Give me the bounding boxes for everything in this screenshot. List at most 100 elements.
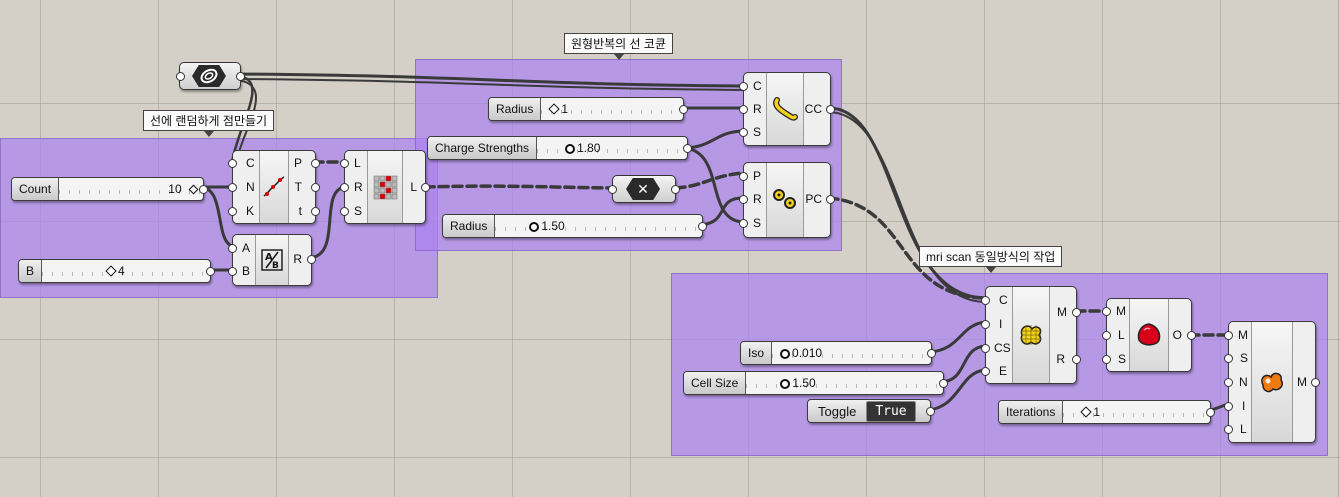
iso-output-dot[interactable] (927, 349, 936, 358)
charge-slider-value: 1.80 (565, 141, 600, 155)
diamond-handle-icon[interactable] (548, 103, 561, 115)
count-output-dot[interactable] (199, 185, 208, 194)
dot-rand-in-k[interactable] (228, 207, 237, 216)
null-param-input-dot[interactable] (608, 185, 617, 194)
dot-smooth-in-i[interactable] (1224, 402, 1233, 411)
dot-cc-in-r[interactable] (739, 105, 748, 114)
null-parameter[interactable]: ✕ (608, 175, 680, 203)
dot-pc-in-p[interactable] (739, 172, 748, 181)
null-param-output-dot[interactable] (671, 185, 680, 194)
curve-param-input-dot[interactable] (176, 72, 185, 81)
iterations-slider-track[interactable]: 1 (1063, 401, 1210, 423)
dot-grid-in-r[interactable] (340, 183, 349, 192)
dot-grid-in-l[interactable] (340, 159, 349, 168)
dot-mri-out-m[interactable] (1072, 308, 1081, 317)
mri-scan-component[interactable]: C I CS E M R (981, 286, 1081, 384)
charge-slider-track[interactable]: 1.80 (537, 137, 687, 159)
diamond-handle-icon[interactable] (188, 184, 199, 195)
dot-lod-in-m[interactable] (1102, 307, 1111, 316)
svg-text:B: B (272, 261, 279, 271)
dot-cc-out-cc[interactable] (826, 105, 835, 114)
toggle-output-dot[interactable] (926, 407, 935, 416)
dot-rand-out-p[interactable] (311, 159, 320, 168)
dot-rand-out-t[interactable] (311, 183, 320, 192)
curve-charge-component[interactable]: C R S CC (739, 72, 835, 146)
circle-handle-icon[interactable] (780, 379, 791, 389)
iso-slider-label: Iso (741, 342, 773, 364)
circle-handle-icon[interactable] (529, 222, 540, 232)
cellsize-output-dot[interactable] (939, 379, 948, 388)
dot-mod-in-a[interactable] (228, 244, 237, 253)
cell-size-slider-track[interactable]: 1.50 (746, 372, 943, 394)
modulus-component[interactable]: A B A B R (228, 234, 316, 286)
dot-mri-in-c[interactable] (981, 296, 990, 305)
radius2-output-dot[interactable] (698, 222, 707, 231)
dot-smooth-in-s[interactable] (1224, 354, 1233, 363)
pin-rand-n: N (246, 180, 255, 194)
point-charge-icon (773, 189, 796, 209)
dot-grid-in-s[interactable] (340, 207, 349, 216)
dot-mod-out-r[interactable] (307, 255, 316, 264)
count-slider-value: 10 (156, 182, 199, 196)
pin-smooth-n: N (1239, 375, 1248, 389)
b-slider[interactable]: B 4 (18, 259, 215, 283)
b-slider-track[interactable]: 4 (42, 260, 210, 282)
dot-mri-out-r[interactable] (1072, 355, 1081, 364)
dot-mri-in-i[interactable] (981, 320, 990, 329)
random-points-component[interactable]: C N K P T t (228, 150, 320, 224)
curve-parameter[interactable] (176, 62, 245, 90)
toggle-label: Toggle (818, 403, 857, 419)
b-output-dot[interactable] (206, 267, 215, 276)
dot-cc-in-s[interactable] (739, 128, 748, 137)
dot-smooth-out-m[interactable] (1311, 378, 1320, 387)
dot-smooth-in-n[interactable] (1224, 378, 1233, 387)
iso-slider-track[interactable]: 0.010 (772, 342, 931, 364)
boolean-toggle[interactable]: Toggle True (807, 399, 935, 423)
pin-smooth-l: L (1240, 422, 1247, 436)
red-mesh-icon (1137, 323, 1161, 346)
charge-value-text: 1.80 (577, 141, 601, 155)
point-grid-component[interactable]: L R S L (340, 150, 430, 224)
iterations-slider[interactable]: Iterations 1 (998, 400, 1215, 424)
radius-slider-2[interactable]: Radius 1.50 (442, 214, 707, 238)
radius-slider-1[interactable]: Radius 1 (488, 97, 688, 121)
cell-size-slider[interactable]: Cell Size 1.50 (683, 371, 948, 395)
count-slider-track[interactable]: 10 (59, 178, 203, 200)
diamond-handle-icon[interactable] (1080, 406, 1093, 418)
dot-rand-in-n[interactable] (228, 183, 237, 192)
dot-mri-in-e[interactable] (981, 367, 990, 376)
radius-slider-2-track[interactable]: 1.50 (495, 215, 702, 237)
count-slider[interactable]: Count 10 (11, 177, 208, 201)
dot-cc-in-c[interactable] (739, 82, 748, 91)
diamond-handle-icon[interactable] (105, 265, 117, 277)
radius-slider-1-track[interactable]: 1 (541, 98, 683, 120)
dot-lod-in-s[interactable] (1102, 355, 1111, 364)
curve-param-output-dot[interactable] (236, 72, 245, 81)
toggle-value[interactable]: True (866, 400, 916, 422)
circle-handle-icon[interactable] (780, 349, 791, 359)
dot-smooth-in-m[interactable] (1224, 331, 1233, 340)
radius1-output-dot[interactable] (679, 105, 688, 114)
b-slider-value: 4 (105, 264, 125, 278)
point-charge-component[interactable]: P R S PC (739, 162, 835, 238)
dot-smooth-in-l[interactable] (1224, 425, 1233, 434)
mesh-reduce-component[interactable]: M L S O (1102, 298, 1196, 372)
dot-grid-out-l[interactable] (421, 183, 430, 192)
dot-pc-in-s[interactable] (739, 219, 748, 228)
charge-output-dot[interactable] (683, 144, 692, 153)
dot-rand-out-tt[interactable] (311, 207, 320, 216)
dot-mri-in-cs[interactable] (981, 344, 990, 353)
pin-smooth-out-m: M (1297, 375, 1307, 389)
iterations-output-dot[interactable] (1206, 408, 1215, 417)
dot-lod-out-o[interactable] (1187, 331, 1196, 340)
dot-lod-in-l[interactable] (1102, 331, 1111, 340)
dot-mod-in-b[interactable] (228, 267, 237, 276)
dot-pc-in-r[interactable] (739, 195, 748, 204)
dot-pc-out-pc[interactable] (826, 195, 835, 204)
curve-charge-body (766, 73, 804, 145)
charge-strengths-slider[interactable]: Charge Strengths 1.80 (427, 136, 692, 160)
dot-rand-in-c[interactable] (228, 159, 237, 168)
smooth-mesh-component[interactable]: M S N I L M (1224, 321, 1320, 443)
iso-slider[interactable]: Iso 0.010 (740, 341, 936, 365)
circle-handle-icon[interactable] (565, 144, 576, 154)
